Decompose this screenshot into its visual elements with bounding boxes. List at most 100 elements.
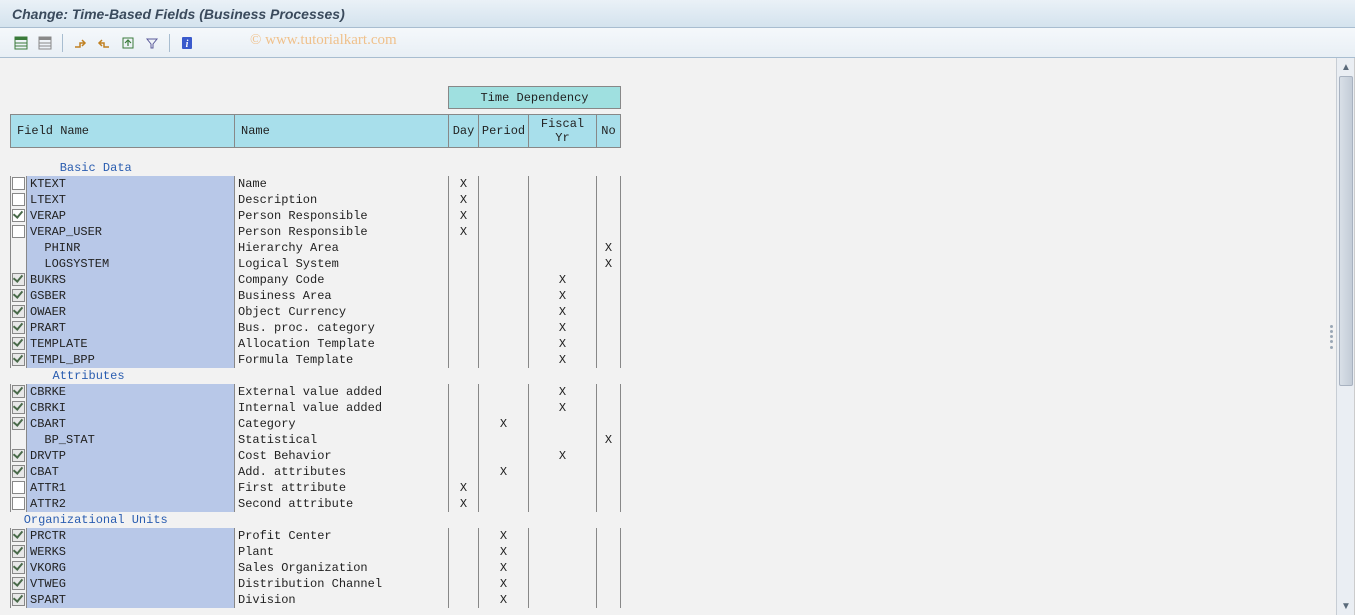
checkbox-cell xyxy=(11,400,27,416)
no-cell xyxy=(597,320,621,336)
name-cell: Second attribute xyxy=(235,496,449,512)
row-checkbox xyxy=(12,561,25,574)
row-checkbox[interactable] xyxy=(12,497,25,510)
row-checkbox xyxy=(12,385,25,398)
period-cell xyxy=(479,480,529,496)
scroll-up-icon[interactable]: ▲ xyxy=(1337,58,1355,76)
fy-cell xyxy=(529,560,597,576)
period-cell: X xyxy=(479,592,529,608)
checkbox-cell xyxy=(11,256,27,272)
period-cell xyxy=(479,352,529,368)
header-period[interactable]: Period xyxy=(479,115,529,148)
table-row: CBATAdd. attributesX xyxy=(11,464,621,480)
no-cell xyxy=(597,592,621,608)
toolbar-action-1[interactable] xyxy=(69,32,91,54)
row-checkbox xyxy=(12,577,25,590)
row-checkbox[interactable] xyxy=(12,209,25,222)
row-checkbox[interactable] xyxy=(12,225,25,238)
header-field-name[interactable]: Field Name xyxy=(11,115,235,148)
row-checkbox xyxy=(12,337,25,350)
header-name[interactable]: Name xyxy=(235,115,449,148)
no-cell xyxy=(597,192,621,208)
field-name-cell: CBART xyxy=(27,416,235,432)
field-name-cell: OWAER xyxy=(27,304,235,320)
fy-cell xyxy=(529,208,597,224)
resize-grip-icon[interactable] xyxy=(1329,324,1334,350)
fy-cell xyxy=(529,176,597,192)
fy-cell xyxy=(529,416,597,432)
field-name-cell: CBRKI xyxy=(27,400,235,416)
checkbox-cell xyxy=(11,496,27,512)
day-cell xyxy=(449,320,479,336)
checkbox-cell xyxy=(11,208,27,224)
period-cell xyxy=(479,336,529,352)
period-cell xyxy=(479,384,529,400)
header-fiscal-yr[interactable]: Fiscal Yr xyxy=(529,115,597,148)
day-cell xyxy=(449,272,479,288)
field-name-cell: KTEXT xyxy=(27,176,235,192)
scroll-down-icon[interactable]: ▼ xyxy=(1337,597,1355,615)
field-name-cell: TEMPLATE xyxy=(27,336,235,352)
select-all-button[interactable] xyxy=(10,32,32,54)
period-cell xyxy=(479,432,529,448)
table-row: GSBERBusiness AreaX xyxy=(11,288,621,304)
fy-cell xyxy=(529,192,597,208)
fy-cell: X xyxy=(529,336,597,352)
day-cell xyxy=(449,560,479,576)
table-row: BUKRSCompany CodeX xyxy=(11,272,621,288)
row-checkbox xyxy=(12,529,25,542)
field-name-cell: LTEXT xyxy=(27,192,235,208)
toolbar-action-4[interactable] xyxy=(141,32,163,54)
table-select-icon xyxy=(13,35,29,51)
section-title: Basic Data xyxy=(11,160,621,176)
no-cell xyxy=(597,288,621,304)
table-row: CBARTCategoryX xyxy=(11,416,621,432)
toolbar-action-3[interactable] xyxy=(117,32,139,54)
row-checkbox xyxy=(12,353,25,366)
header-no[interactable]: No xyxy=(597,115,621,148)
header-day[interactable]: Day xyxy=(449,115,479,148)
day-cell xyxy=(449,304,479,320)
checkbox-cell xyxy=(11,560,27,576)
field-name-cell: DRVTP xyxy=(27,448,235,464)
scroll-thumb[interactable] xyxy=(1339,76,1353,386)
name-cell: Distribution Channel xyxy=(235,576,449,592)
separator xyxy=(62,34,63,52)
no-cell xyxy=(597,560,621,576)
table-row: ATTR1First attributeX xyxy=(11,480,621,496)
row-checkbox[interactable] xyxy=(12,481,25,494)
field-name-cell: VTWEG xyxy=(27,576,235,592)
period-cell: X xyxy=(479,528,529,544)
period-cell xyxy=(479,320,529,336)
toolbar-action-2[interactable] xyxy=(93,32,115,54)
no-cell xyxy=(597,528,621,544)
name-cell: First attribute xyxy=(235,480,449,496)
fy-cell xyxy=(529,544,597,560)
field-name-cell: VKORG xyxy=(27,560,235,576)
period-cell xyxy=(479,208,529,224)
row-checkbox[interactable] xyxy=(12,177,25,190)
row-checkbox xyxy=(12,417,25,430)
day-cell xyxy=(449,448,479,464)
name-cell: Name xyxy=(235,176,449,192)
deselect-all-button[interactable] xyxy=(34,32,56,54)
section-title: Organizational Units xyxy=(11,512,621,528)
checkbox-cell xyxy=(11,432,27,448)
period-cell xyxy=(479,400,529,416)
table-row: PRARTBus. proc. categoryX xyxy=(11,320,621,336)
fy-cell: X xyxy=(529,320,597,336)
filter-icon xyxy=(144,35,160,51)
name-cell: Formula Template xyxy=(235,352,449,368)
period-cell xyxy=(479,224,529,240)
checkbox-cell xyxy=(11,176,27,192)
name-cell: Cost Behavior xyxy=(235,448,449,464)
vertical-scrollbar[interactable]: ▲ ▼ xyxy=(1336,58,1354,615)
info-button[interactable]: i xyxy=(176,32,198,54)
checkbox-cell xyxy=(11,592,27,608)
row-checkbox[interactable] xyxy=(12,193,25,206)
table-row: BP_STATStatisticalX xyxy=(11,432,621,448)
checkbox-cell xyxy=(11,528,27,544)
field-name-cell: ATTR1 xyxy=(27,480,235,496)
name-cell: Division xyxy=(235,592,449,608)
no-cell xyxy=(597,208,621,224)
